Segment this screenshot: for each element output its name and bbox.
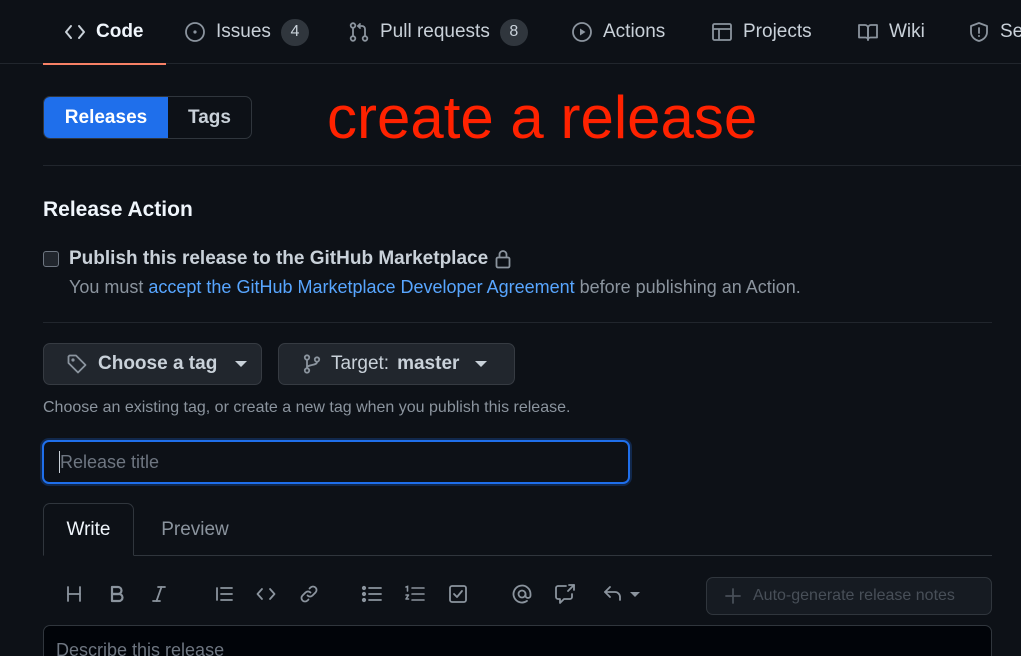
tab-actions[interactable]: Actions (569, 0, 667, 64)
divider (43, 165, 1021, 166)
target-value: master (397, 353, 460, 374)
selected-tab-underline (43, 63, 166, 65)
git-branch-icon (301, 353, 323, 375)
lock-icon (494, 249, 512, 269)
tag-icon (66, 353, 88, 375)
release-description-textarea[interactable] (43, 625, 992, 656)
tab-security-label: Se (1000, 21, 1021, 42)
pull-requests-counter: 8 (499, 18, 528, 46)
chevron-down-icon (475, 361, 488, 367)
tab-security[interactable]: Se (966, 0, 1021, 64)
italic-icon[interactable] (146, 581, 172, 607)
tab-code-label: Code (96, 21, 144, 42)
tab-wiki[interactable]: Wiki (855, 0, 927, 64)
plus-icon (725, 588, 741, 604)
reply-icon[interactable] (603, 581, 643, 607)
shield-icon (968, 21, 990, 43)
code-icon (64, 21, 86, 43)
issues-counter: 4 (280, 18, 309, 46)
release-action-heading: Release Action (43, 198, 193, 221)
release-title-input[interactable] (42, 440, 630, 484)
choose-tag-button[interactable]: Choose a tag (43, 343, 262, 385)
marketplace-checkbox-label[interactable]: Publish this release to the GitHub Marke… (69, 248, 512, 270)
quote-icon[interactable] (211, 581, 237, 607)
chevron-down-icon (235, 361, 248, 367)
tasklist-icon[interactable] (445, 581, 471, 607)
releases-tags-switcher: Releases Tags (43, 96, 252, 139)
tab-pull-requests-label: Pull requests (380, 21, 490, 42)
tab-write[interactable]: Write (43, 503, 134, 556)
note-prefix: You must (69, 277, 149, 297)
marketplace-note: You must accept the GitHub Marketplace D… (69, 277, 801, 298)
divider (43, 322, 992, 323)
tab-preview[interactable]: Preview (150, 503, 240, 556)
tab-actions-label: Actions (603, 21, 666, 42)
tab-code[interactable]: Code (43, 0, 166, 65)
unordered-list-icon[interactable] (359, 581, 385, 607)
play-icon (571, 21, 593, 43)
target-label: Target: (331, 353, 390, 374)
git-pull-request-icon (348, 21, 370, 43)
tab-issues-label: Issues (216, 21, 271, 42)
ordered-list-icon[interactable] (402, 581, 428, 607)
marketplace-checkbox[interactable] (43, 251, 59, 267)
target-branch-button[interactable]: Target: master (278, 343, 515, 385)
auto-generate-release-notes-button[interactable]: Auto-generate release notes (706, 577, 992, 615)
auto-generate-label: Auto-generate release notes (753, 587, 955, 604)
text-cursor (59, 451, 60, 473)
issue-opened-icon (184, 21, 206, 43)
tab-pull-requests[interactable]: Pull requests 8 (346, 0, 530, 64)
marketplace-label-text: Publish this release to the GitHub Marke… (69, 248, 489, 269)
tag-hint: Choose an existing tag, or create a new … (43, 399, 571, 416)
mention-icon[interactable] (509, 581, 535, 607)
table-icon (711, 21, 733, 43)
repo-nav: Code Issues 4 Pull requests 8 Actions Pr… (0, 0, 1021, 65)
developer-agreement-link[interactable]: accept the GitHub Marketplace Developer … (148, 277, 574, 297)
cross-reference-icon[interactable] (552, 581, 578, 607)
tab-projects-label: Projects (743, 21, 812, 42)
tags-button[interactable]: Tags (168, 97, 251, 138)
annotation-text: create a release (327, 84, 758, 151)
book-icon (857, 21, 879, 43)
bold-icon[interactable] (104, 581, 130, 607)
code-icon[interactable] (253, 581, 279, 607)
heading-icon[interactable] (61, 581, 87, 607)
note-suffix: before publishing an Action. (574, 277, 801, 297)
choose-tag-label: Choose a tag (98, 353, 218, 374)
tab-issues[interactable]: Issues 4 (182, 0, 311, 64)
releases-button[interactable]: Releases (44, 97, 168, 138)
tab-projects[interactable]: Projects (709, 0, 814, 64)
link-icon[interactable] (296, 581, 322, 607)
tab-wiki-label: Wiki (889, 21, 925, 42)
